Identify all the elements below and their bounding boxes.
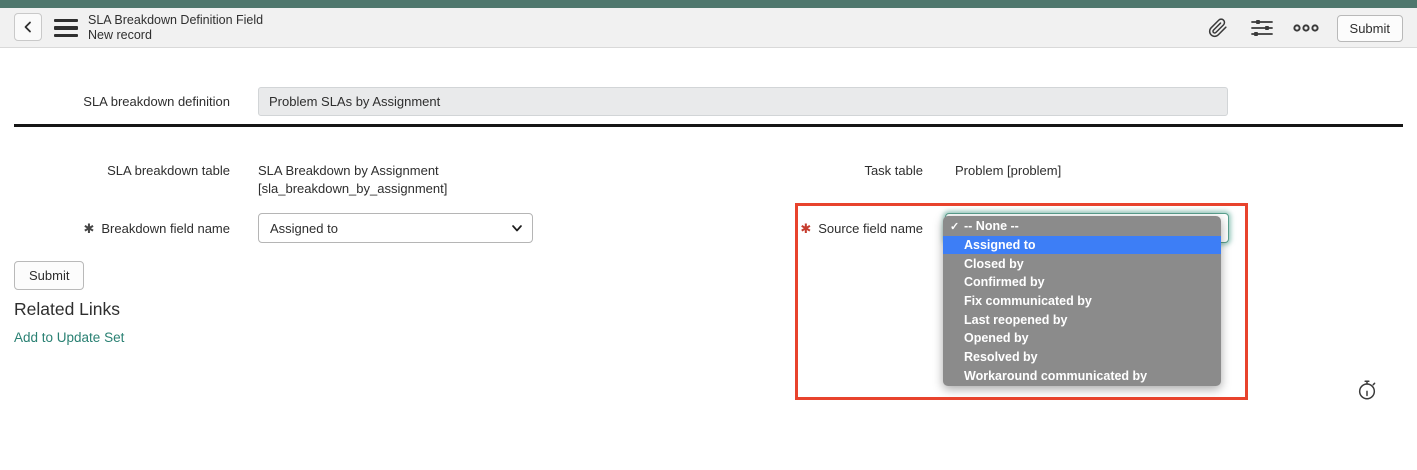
record-type-title: SLA Breakdown Definition Field	[88, 13, 264, 27]
required-marker-icon: ✱	[800, 221, 812, 236]
dropdown-option[interactable]: Workaround communicated by	[943, 367, 1221, 386]
chevron-down-icon	[511, 222, 523, 237]
task-table-value: Problem [problem]	[955, 163, 1062, 178]
page-title: SLA Breakdown Definition Field New recor…	[88, 13, 263, 42]
sla-breakdown-table-label: SLA breakdown table	[107, 163, 230, 178]
submit-button-header[interactable]: Submit	[1336, 14, 1403, 42]
required-marker-icon: ✱	[83, 221, 95, 236]
source-field-name-label: ✱ Source field name	[800, 221, 923, 236]
dropdown-option[interactable]: Closed by	[943, 254, 1221, 273]
dropdown-option[interactable]: Opened by	[943, 329, 1221, 348]
dropdown-option[interactable]: Last reopened by	[943, 310, 1221, 329]
submit-button-footer[interactable]: Submit	[14, 261, 85, 290]
personalize-form-sliders-icon[interactable]	[1249, 15, 1275, 41]
page: SLA Breakdown Definition Field New recor…	[0, 0, 1417, 470]
more-options-icon[interactable]	[1292, 15, 1319, 41]
brand-color-strip	[0, 0, 1417, 8]
source-field-dropdown-menu[interactable]: ✓ -- None -- Assigned to Closed by Confi…	[943, 216, 1221, 387]
form-header-bar: SLA Breakdown Definition Field New recor…	[0, 8, 1417, 48]
context-menu-icon[interactable]	[54, 19, 78, 37]
sla-breakdown-definition-field[interactable]: Problem SLAs by Assignment	[258, 87, 1228, 116]
dropdown-option[interactable]: Resolved by	[943, 348, 1221, 367]
timer-stopwatch-icon[interactable]	[1356, 379, 1378, 406]
breakdown-field-name-select[interactable]: Assigned to	[258, 213, 533, 243]
attachment-paperclip-icon[interactable]	[1205, 15, 1231, 41]
record-subtitle: New record	[88, 27, 152, 42]
breakdown-field-name-label: ✱ Breakdown field name	[83, 221, 230, 236]
section-divider	[14, 124, 1403, 127]
task-table-label: Task table	[864, 163, 923, 178]
dropdown-option[interactable]: ✓ -- None --	[943, 217, 1221, 236]
sla-breakdown-table-value: SLA Breakdown by Assignment [sla_breakdo…	[258, 163, 448, 196]
add-to-update-set-link[interactable]: Add to Update Set	[14, 330, 124, 345]
checkmark-icon: ✓	[950, 220, 960, 233]
dropdown-option[interactable]: Assigned to	[943, 235, 1221, 255]
back-button[interactable]	[14, 13, 42, 41]
dropdown-option[interactable]: Fix communicated by	[943, 292, 1221, 311]
chevron-left-icon	[22, 21, 34, 33]
sla-breakdown-definition-label: SLA breakdown definition	[83, 94, 230, 109]
dropdown-option[interactable]: Confirmed by	[943, 273, 1221, 292]
related-links-heading: Related Links	[14, 299, 121, 319]
